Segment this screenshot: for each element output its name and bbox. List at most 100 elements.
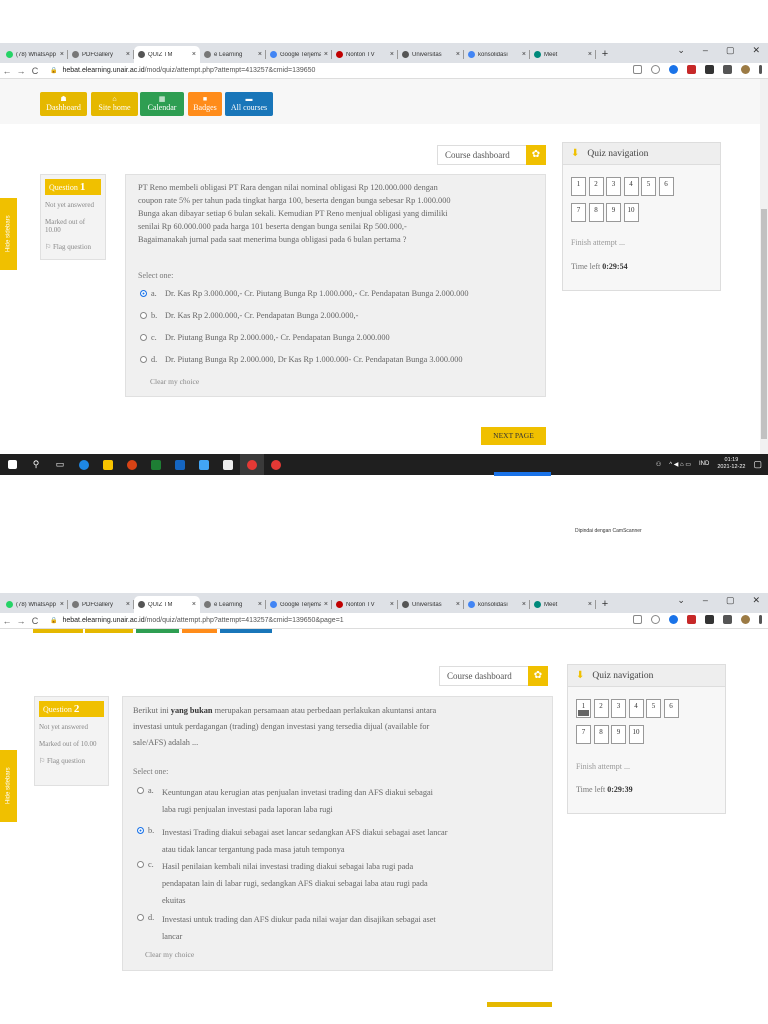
hide-sidebars-button[interactable]: Hide sidebars <box>0 750 17 822</box>
quiz-nav-cell[interactable]: 5 <box>646 699 661 718</box>
puzzle-icon[interactable] <box>723 615 732 624</box>
tab-close-icon[interactable]: × <box>126 51 130 58</box>
menu-button-badges[interactable]: ■ Badges <box>188 92 222 116</box>
quiz-nav-cell[interactable]: 1 <box>571 177 586 196</box>
quiz-nav-cell[interactable]: 8 <box>588 203 604 222</box>
tab-close-icon[interactable]: × <box>258 51 262 58</box>
menu-button-dashboard[interactable]: ☗ Dashboard <box>40 92 87 116</box>
bookmark-star-icon[interactable] <box>651 65 660 74</box>
menu-button-site-home[interactable]: ⌂ Site home <box>91 92 138 116</box>
answer-radio[interactable] <box>137 787 144 794</box>
tab-close-icon[interactable]: × <box>192 601 196 608</box>
back-icon[interactable]: ← <box>0 66 14 76</box>
tab-close-icon[interactable]: × <box>324 51 328 58</box>
language-indicator[interactable]: IND <box>699 461 709 467</box>
forward-icon[interactable]: → <box>14 616 28 626</box>
maximize-icon[interactable]: ▢ <box>726 595 735 606</box>
browser-tab[interactable]: (78) WhatsApp × <box>2 596 68 613</box>
next-page-button[interactable]: NEXT PAGE <box>481 427 546 445</box>
scrollbar-thumb[interactable] <box>761 209 767 439</box>
word-icon[interactable] <box>168 454 192 475</box>
answer-radio[interactable] <box>140 334 147 341</box>
windows-start-icon[interactable] <box>0 454 24 475</box>
tab-close-icon[interactable]: × <box>258 601 262 608</box>
answer-option-c[interactable]: c. Hasil penilaian kembali nilai investas… <box>137 858 547 909</box>
browser-tab[interactable]: Universitas × <box>398 46 464 63</box>
tab-close-icon[interactable]: × <box>456 51 460 58</box>
tray-icons[interactable]: ^ ◀ ⌂ ▭ <box>669 461 691 468</box>
back-icon[interactable]: ← <box>0 616 14 626</box>
quiz-nav-cell[interactable]: 7 <box>571 203 586 222</box>
answer-option-a[interactable]: a. Keuntungan atau kerugian atas penjuala… <box>137 784 547 818</box>
file-explorer-icon[interactable] <box>96 454 120 475</box>
quiz-nav-cell[interactable]: 7 <box>576 725 591 744</box>
answer-radio[interactable] <box>137 914 144 921</box>
excel-icon[interactable] <box>144 454 168 475</box>
finish-attempt-link[interactable]: Finish attempt ... <box>576 762 630 771</box>
browser-tab[interactable]: Nonton TV × <box>332 46 398 63</box>
answer-radio[interactable] <box>140 312 147 319</box>
task-view-icon[interactable]: ▭ <box>48 454 72 475</box>
quiz-nav-cell[interactable]: 2 <box>593 699 609 718</box>
browser-tab[interactable]: konsolidasi × <box>464 596 530 613</box>
menu-dots-icon[interactable] <box>759 65 762 74</box>
browser-tab[interactable]: Universitas × <box>398 596 464 613</box>
extension-icon[interactable] <box>687 65 696 74</box>
profile-avatar-icon[interactable] <box>741 65 750 74</box>
tab-close-icon[interactable]: × <box>60 601 64 608</box>
url-field[interactable]: 🔒 hebat.elearning.unair.ac.id/mod/quiz/a… <box>50 617 344 624</box>
reload-icon[interactable]: C <box>28 616 42 626</box>
answer-option-b[interactable]: b. Investasi Trading diakui sebagai aset … <box>137 824 547 858</box>
clock[interactable]: 01:19 2021-12-22 <box>717 457 745 471</box>
browser-tab[interactable]: Nonton TV × <box>332 596 398 613</box>
browser-tab[interactable]: PDFGallery × <box>68 46 134 63</box>
answer-radio[interactable] <box>137 861 144 868</box>
tab-close-icon[interactable]: × <box>324 601 328 608</box>
tab-close-icon[interactable]: × <box>456 601 460 608</box>
scrollbar[interactable] <box>760 79 768 454</box>
clear-choice-link[interactable]: Clear my choice <box>150 377 199 386</box>
browser-tab[interactable]: (78) WhatsApp × <box>2 46 68 63</box>
course-dashboard-button[interactable]: Course dashboard ✿ <box>437 145 546 165</box>
quiz-nav-cell[interactable]: 10 <box>628 725 644 744</box>
tab-close-icon[interactable]: × <box>390 51 394 58</box>
tab-search-icon[interactable]: ⌄ <box>677 595 685 606</box>
tab-close-icon[interactable]: × <box>390 601 394 608</box>
finish-attempt-link[interactable]: Finish attempt ... <box>571 238 625 247</box>
answer-radio[interactable] <box>140 290 147 297</box>
profile-avatar-icon[interactable] <box>741 615 750 624</box>
quiz-nav-cell[interactable]: 4 <box>628 699 644 718</box>
menu-dots-icon[interactable] <box>759 615 762 624</box>
tab-close-icon[interactable]: × <box>126 601 130 608</box>
maximize-icon[interactable]: ▢ <box>726 45 735 56</box>
store-icon[interactable] <box>216 454 240 475</box>
new-tab-button[interactable]: + <box>596 596 614 613</box>
chrome-icon[interactable] <box>240 454 264 475</box>
course-dashboard-button[interactable]: Course dashboard ✿ <box>439 666 548 686</box>
extension-icon[interactable] <box>705 615 714 624</box>
browser-tab[interactable]: Google Terjemahan× <box>266 596 332 613</box>
answer-option-b[interactable]: b. Dr. Kas Rp 2.000.000,- Cr. Pendapatan … <box>140 309 540 322</box>
close-window-icon[interactable]: ✕ <box>752 595 760 606</box>
share-icon[interactable] <box>633 615 642 624</box>
browser-tab[interactable]: PDFGallery × <box>68 596 134 613</box>
tab-close-icon[interactable]: × <box>522 51 526 58</box>
browser-tab[interactable]: e Learning × <box>200 596 266 613</box>
answer-radio[interactable] <box>137 827 144 834</box>
extension-icon[interactable] <box>669 65 678 74</box>
extension-icon[interactable] <box>687 615 696 624</box>
menu-button-all-courses[interactable]: ▬ All courses <box>225 92 273 116</box>
menu-button-calendar[interactable]: ▦ Calendar <box>140 92 184 116</box>
tab-search-icon[interactable]: ⌄ <box>677 45 685 56</box>
url-field[interactable]: 🔒 hebat.elearning.unair.ac.id/mod/quiz/a… <box>50 67 315 74</box>
browser-tab[interactable]: Meet × <box>530 46 596 63</box>
quiz-nav-cell[interactable]: 2 <box>588 177 604 196</box>
quiz-nav-cell[interactable]: 9 <box>611 725 626 744</box>
browser-tab[interactable]: e Learning × <box>200 46 266 63</box>
quiz-nav-cell[interactable]: 9 <box>606 203 621 222</box>
answer-radio[interactable] <box>140 356 147 363</box>
quiz-nav-cell[interactable]: 10 <box>623 203 639 222</box>
close-window-icon[interactable]: ✕ <box>752 45 760 56</box>
browser-tab[interactable]: konsolidasi × <box>464 46 530 63</box>
minimize-icon[interactable]: – <box>703 595 708 606</box>
